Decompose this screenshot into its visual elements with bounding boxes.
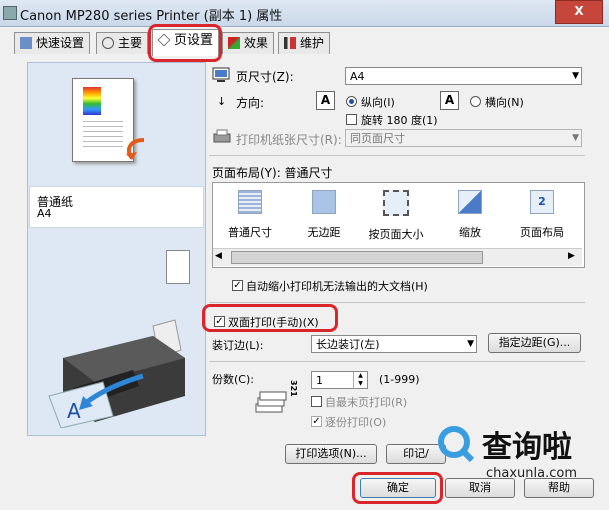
reverse-order-label: 自最末页打印(R) — [325, 396, 408, 409]
layout-normal-size[interactable]: 普通尺寸 — [220, 190, 280, 240]
tab-main[interactable]: 主要 — [96, 32, 149, 54]
quick-setup-icon — [20, 37, 32, 49]
page-size-label: 页尺寸(Z): — [236, 70, 294, 84]
arrow-down-icon: ↓ — [217, 95, 227, 108]
duplex-highlight — [202, 304, 338, 332]
fit-to-page-icon — [383, 190, 409, 216]
watermark: 查询啦 chaxunla.com — [432, 420, 609, 492]
layout-scrollbar[interactable]: ◀ ▶ — [213, 248, 582, 266]
layout-option-label: 按页面大小 — [368, 228, 424, 241]
divider — [209, 155, 585, 156]
auto-reduce-checkbox[interactable]: ✓ — [232, 280, 243, 291]
borderless-icon — [312, 190, 336, 214]
normal-size-icon — [238, 190, 262, 214]
landscape-radio[interactable] — [470, 96, 481, 107]
divider — [209, 302, 585, 303]
portrait-radio[interactable] — [346, 96, 357, 107]
layout-option-label: 页面布局 — [520, 226, 564, 239]
tab-maintenance[interactable]: 维护 — [278, 32, 331, 54]
window-title: Canon MP280 series Printer (副本 1) 属性 — [20, 9, 283, 24]
printer-paper-icon — [213, 129, 231, 143]
printer-illustration-icon: A — [48, 319, 185, 428]
collate-checkbox[interactable]: ✓ — [311, 416, 322, 427]
watermark-name: 查询啦 — [482, 430, 572, 465]
page-size-select[interactable]: A4 ▼ — [345, 67, 582, 85]
tab-label: 效果 — [244, 36, 269, 50]
stack-of-pages-icon — [255, 391, 287, 413]
binding-side-label: 装订边(L): — [212, 339, 264, 352]
scrollbar-thumb[interactable] — [231, 251, 483, 264]
layout-option-label: 普通尺寸 — [228, 226, 272, 239]
maintenance-icon — [284, 37, 296, 49]
page-size-value: A4 — [350, 70, 365, 83]
tab-quick-setup[interactable]: 快速设置 — [14, 32, 91, 54]
tab-highlight — [148, 24, 222, 62]
portrait-label: 纵向(I) — [361, 96, 395, 109]
main-icon — [102, 37, 114, 49]
scroll-right-icon[interactable]: ▶ — [568, 251, 575, 261]
collate-label: 逐份打印(O) — [325, 416, 387, 429]
media-size-text: A4 — [37, 207, 52, 220]
close-window-button[interactable]: X — [555, 0, 603, 24]
copies-range: (1-999) — [379, 373, 420, 386]
layout-option-label: 无边距 — [307, 226, 341, 239]
divider — [209, 361, 585, 362]
title-bar: Canon MP280 series Printer (副本 1) 属性 X — [0, 0, 609, 27]
rotate-180-checkbox[interactable] — [346, 114, 357, 125]
page-layout-label: 页面布局(Y): 普通尺寸 — [212, 166, 333, 180]
small-paper-icon — [166, 250, 190, 284]
chevron-down-icon: ▼ — [467, 339, 474, 349]
ok-highlight — [352, 472, 443, 504]
scroll-left-icon[interactable]: ◀ — [215, 251, 222, 261]
tab-label: 主要 — [118, 36, 143, 50]
reverse-order-checkbox[interactable] — [311, 396, 322, 407]
printer-paper-size-label: 打印机纸张尺寸(R): — [236, 133, 342, 147]
tab-label: 快速设置 — [36, 36, 85, 50]
landscape-icon: A — [440, 91, 459, 110]
copies-spinner-icon[interactable]: ▲ ▼ — [353, 372, 367, 388]
scaled-icon — [458, 190, 482, 214]
copies-value: 1 — [316, 374, 323, 387]
page-layout-icon: 2 — [530, 190, 554, 214]
printer-app-icon — [3, 6, 17, 20]
chevron-down-icon: ▼ — [572, 71, 579, 81]
portrait-icon: A — [316, 91, 335, 110]
specify-margin-button[interactable]: 指定边距(G)... — [488, 333, 581, 353]
layout-scaled[interactable]: 缩放 — [440, 190, 500, 240]
page-size-icon — [212, 67, 230, 82]
chevron-down-icon: ▼ — [572, 133, 579, 143]
color-image-preview — [83, 87, 101, 115]
watermark-url: chaxunla.com — [486, 466, 577, 481]
magnifier-logo-icon — [438, 426, 475, 463]
copies-input[interactable]: 1 ▲ ▼ — [311, 371, 368, 389]
layout-page-layout[interactable]: 2 页面布局 — [512, 190, 572, 240]
layout-fit-to-page[interactable]: 按页面大小 — [366, 190, 426, 242]
copies-label: 份数(C): — [212, 373, 254, 386]
tab-effects[interactable]: 效果 — [222, 32, 275, 54]
text-lines-preview — [83, 121, 123, 151]
svg-text:A: A — [67, 399, 81, 423]
orientation-label: 方向: — [236, 96, 265, 110]
print-options-button[interactable]: 打印选项(N)... — [285, 444, 377, 464]
auto-reduce-label: 自动缩小打印机无法输出的大文档(H) — [246, 280, 428, 293]
layout-borderless[interactable]: 无边距 — [294, 190, 354, 240]
page-order-digits: 321 — [289, 380, 298, 397]
rotate-180-label: 旋转 180 度(1) — [361, 114, 438, 127]
orientation-arrow-icon — [126, 138, 145, 160]
effects-icon — [228, 37, 240, 49]
binding-side-select[interactable]: 长边装订(左) ▼ — [311, 335, 477, 353]
printer-paper-size-value: 同页面尺寸 — [350, 132, 405, 145]
binding-side-value: 长边装订(左) — [316, 338, 380, 351]
landscape-label: 横向(N) — [485, 96, 524, 109]
media-info: 普通纸 A4 — [29, 186, 204, 228]
printer-paper-size-select[interactable]: 同页面尺寸 ▼ — [345, 129, 582, 147]
layout-option-label: 缩放 — [459, 226, 481, 239]
tab-label: 维护 — [300, 36, 325, 50]
